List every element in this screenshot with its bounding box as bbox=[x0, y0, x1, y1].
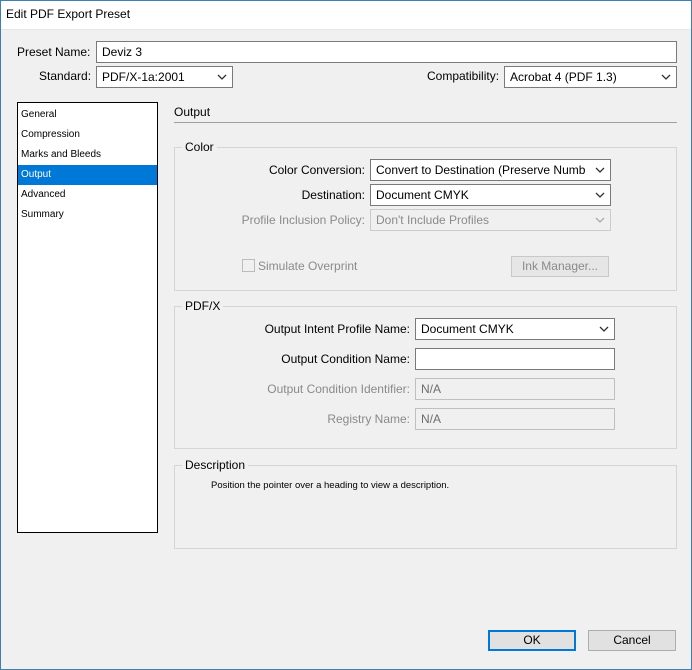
destination-value: Document CMYK bbox=[376, 188, 469, 202]
cancel-button[interactable]: Cancel bbox=[588, 630, 676, 651]
title-bar: Edit PDF Export Preset bbox=[1, 1, 691, 30]
chevron-down-icon bbox=[661, 74, 671, 80]
registry-name-label: Registry Name: bbox=[327, 412, 410, 426]
dialog-window: Edit PDF Export Preset Preset Name: Devi… bbox=[0, 0, 692, 670]
output-condition-identifier-input[interactable]: N/A bbox=[415, 378, 615, 400]
standard-value: PDF/X-1a:2001 bbox=[102, 70, 185, 84]
color-conversion-label: Color Conversion: bbox=[268, 163, 365, 177]
sidebar-item-summary[interactable]: Summary bbox=[18, 205, 157, 225]
preset-name-label: Preset Name: bbox=[17, 45, 91, 59]
sidebar-item-compression[interactable]: Compression bbox=[18, 125, 157, 145]
output-condition-name-input[interactable] bbox=[415, 348, 615, 370]
description-group-title: Description bbox=[182, 458, 249, 472]
output-condition-identifier-label: Output Condition Identifier: bbox=[267, 382, 410, 396]
sidebar-list: General Compression Marks and Bleeds Out… bbox=[17, 102, 158, 533]
output-intent-value: Document CMYK bbox=[421, 322, 514, 336]
ok-button[interactable]: OK bbox=[488, 630, 576, 651]
output-condition-name-label: Output Condition Name: bbox=[281, 352, 410, 366]
compatibility-select[interactable]: Acrobat 4 (PDF 1.3) bbox=[504, 66, 677, 88]
color-conversion-value: Convert to Destination (Preserve Numb bbox=[376, 163, 586, 177]
ink-manager-button[interactable]: Ink Manager... bbox=[511, 256, 609, 277]
sidebar-item-output[interactable]: Output bbox=[18, 165, 157, 185]
destination-select[interactable]: Document CMYK bbox=[370, 184, 611, 206]
destination-label: Destination: bbox=[301, 188, 365, 202]
profile-inclusion-label: Profile Inclusion Policy: bbox=[241, 213, 365, 227]
color-conversion-select[interactable]: Convert to Destination (Preserve Numb bbox=[370, 159, 611, 181]
standard-select[interactable]: PDF/X-1a:2001 bbox=[96, 66, 233, 88]
standard-label: Standard: bbox=[39, 69, 92, 83]
sidebar-item-marks-and-bleeds[interactable]: Marks and Bleeds bbox=[18, 145, 157, 165]
chevron-down-icon bbox=[595, 167, 605, 173]
chevron-down-icon bbox=[217, 74, 227, 80]
compatibility-label: Compatibility: bbox=[427, 69, 500, 83]
chevron-down-icon bbox=[595, 217, 605, 223]
profile-inclusion-select[interactable]: Don't Include Profiles bbox=[370, 209, 611, 231]
window-title: Edit PDF Export Preset bbox=[6, 7, 131, 21]
chevron-down-icon bbox=[599, 326, 609, 332]
description-group: Description bbox=[174, 458, 677, 549]
color-group-title: Color bbox=[182, 140, 217, 154]
section-title: Output bbox=[174, 105, 211, 119]
compatibility-value: Acrobat 4 (PDF 1.3) bbox=[510, 70, 617, 84]
simulate-overprint-checkbox[interactable] bbox=[242, 259, 255, 272]
output-intent-select[interactable]: Document CMYK bbox=[415, 318, 615, 340]
simulate-overprint-label: Simulate Overprint bbox=[258, 259, 358, 273]
section-divider bbox=[174, 122, 677, 123]
sidebar-item-advanced[interactable]: Advanced bbox=[18, 185, 157, 205]
output-intent-label: Output Intent Profile Name: bbox=[264, 322, 410, 336]
chevron-down-icon bbox=[595, 192, 605, 198]
registry-name-input[interactable]: N/A bbox=[415, 408, 615, 430]
pdfx-group-title: PDF/X bbox=[182, 299, 224, 313]
sidebar-item-general[interactable]: General bbox=[18, 105, 157, 125]
preset-name-input[interactable]: Deviz 3 bbox=[96, 41, 677, 63]
description-text: Position the pointer over a heading to v… bbox=[211, 480, 450, 491]
profile-inclusion-value: Don't Include Profiles bbox=[376, 213, 490, 227]
